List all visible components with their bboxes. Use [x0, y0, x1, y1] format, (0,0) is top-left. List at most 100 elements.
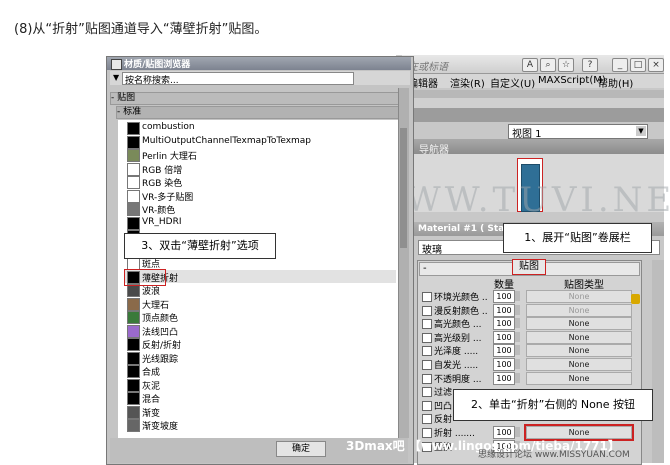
map-swatch-icon: [127, 365, 140, 378]
map-type-name: 法线凹凸: [142, 327, 179, 338]
map-type-name: 合成: [142, 368, 161, 378]
star-icon[interactable]: ☆: [558, 58, 574, 72]
spinner-arrows-icon[interactable]: [515, 304, 520, 315]
group-maps-header[interactable]: - 贴图: [110, 92, 400, 105]
map-none-button[interactable]: None: [526, 330, 632, 344]
map-amount-spinner[interactable]: 100: [493, 344, 515, 358]
map-type-name: 大理石: [142, 300, 170, 311]
browser-search-input[interactable]: 按名称搜索...: [122, 72, 354, 86]
map-channel-row: 光泽度 ..... 100 None: [420, 344, 638, 358]
map-type-item[interactable]: VR-多子贴图: [124, 189, 396, 203]
map-type-name: RGB 染色: [142, 179, 183, 189]
map-type-item[interactable]: 顶点颜色: [124, 310, 396, 324]
spinner-arrows-icon[interactable]: [515, 291, 520, 301]
spinner-arrows-icon[interactable]: [515, 318, 520, 329]
maximize-icon[interactable]: □: [630, 58, 646, 72]
minimize-icon[interactable]: _: [612, 58, 628, 72]
map-channel-label: 光泽度 .....: [434, 347, 479, 358]
search-placeholder: 按名称搜索...: [125, 76, 179, 86]
map-amount-spinner[interactable]: 100: [493, 371, 515, 385]
map-swatch-icon: [127, 135, 140, 149]
title-fragment: 在或标语: [408, 62, 448, 73]
map-channel-checkbox[interactable]: [422, 305, 432, 316]
map-amount-spinner[interactable]: 100: [493, 290, 515, 303]
map-type-item[interactable]: 合成: [124, 364, 396, 378]
map-channel-checkbox[interactable]: [422, 414, 432, 425]
col-maptype-header: 贴图类型: [564, 280, 604, 291]
ok-button[interactable]: 确定: [276, 441, 326, 457]
map-swatch-icon: [127, 351, 140, 365]
search-icon[interactable]: ⌕: [540, 58, 556, 72]
options-triangle-icon[interactable]: ▼: [113, 73, 119, 82]
help-icon[interactable]: ?: [582, 58, 598, 72]
map-channel-row: 高光颜色 ... 100 None: [420, 317, 638, 331]
map-type-item[interactable]: 灰泥: [124, 378, 396, 392]
map-amount-spinner[interactable]: 100: [493, 330, 515, 344]
map-none-button[interactable]: None: [526, 317, 632, 331]
map-type-name: MultiOutputChannelTexmapToTexmap: [142, 135, 312, 146]
step-caption: (8)从“折射”贴图通道导入“薄壁折射”贴图。: [14, 22, 268, 37]
spinner-arrows-icon[interactable]: [515, 345, 520, 356]
map-channel-checkbox[interactable]: [422, 292, 432, 302]
map-type-item[interactable]: VR-颜色: [124, 202, 396, 216]
browser-app-icon: [111, 59, 122, 70]
map-none-button[interactable]: None: [526, 371, 632, 385]
scroll-thumb[interactable]: [400, 128, 407, 248]
maps-rollout-title[interactable]: 贴图: [512, 259, 546, 275]
map-channel-label: 不透明度 ...: [434, 374, 482, 385]
map-channel-checkbox[interactable]: [422, 373, 432, 384]
map-type-item[interactable]: 法线凹凸: [124, 324, 396, 338]
map-channel-checkbox[interactable]: [422, 332, 432, 343]
map-swatch-icon: [127, 297, 140, 311]
menu-maxscript[interactable]: MAXScript(M): [538, 75, 606, 86]
map-swatch-icon: [127, 324, 140, 338]
spinner-arrows-icon[interactable]: [515, 359, 520, 369]
browser-scrollbar[interactable]: [398, 88, 409, 438]
map-amount-spinner[interactable]: 100: [493, 303, 515, 317]
map-type-item[interactable]: VR_HDRI: [124, 216, 396, 230]
map-type-item[interactable]: 渐变坡度: [124, 418, 396, 432]
map-amount-spinner[interactable]: 100: [493, 358, 515, 371]
map-type-item[interactable]: MultiOutputChannelTexmapToTexmap: [124, 135, 396, 149]
spinner-arrows-icon[interactable]: [515, 372, 520, 383]
view-dropdown[interactable]: 视图 1 ▼: [508, 124, 648, 140]
close-icon[interactable]: ×: [648, 58, 664, 72]
map-type-item[interactable]: combustion: [124, 121, 396, 135]
map-channel-checkbox[interactable]: [422, 346, 432, 357]
map-channel-checkbox[interactable]: [422, 360, 432, 370]
map-none-button[interactable]: None: [526, 303, 632, 317]
map-type-item[interactable]: 大理石: [124, 297, 396, 311]
menu-customize[interactable]: 自定义(U): [490, 75, 535, 90]
map-type-name: VR-颜色: [142, 206, 176, 216]
map-type-item[interactable]: 光线跟踪: [124, 351, 396, 365]
map-none-button[interactable]: None: [526, 344, 632, 358]
group-standard-header[interactable]: - 标准: [116, 106, 400, 119]
lock-icon[interactable]: [631, 294, 640, 304]
map-channel-checkbox[interactable]: [422, 319, 432, 330]
spinner-arrows-icon[interactable]: [515, 331, 520, 342]
map-amount-spinner[interactable]: 100: [493, 317, 515, 331]
chevron-down-icon[interactable]: ▼: [636, 126, 646, 136]
callout-step3: 3、双击“薄壁折射”选项: [124, 233, 276, 259]
map-none-button[interactable]: None: [526, 358, 632, 371]
param-scrollbar[interactable]: [652, 260, 664, 463]
menu-render[interactable]: 渲染(R): [450, 75, 485, 90]
map-type-name: 渐变: [142, 408, 161, 419]
view-dropdown-value: 视图 1: [512, 129, 542, 140]
map-type-name: combustion: [142, 122, 195, 132]
map-channel-checkbox[interactable]: [422, 387, 432, 398]
map-type-item[interactable]: 渐变: [124, 405, 396, 419]
map-type-item[interactable]: Perlin 大理石: [124, 148, 396, 162]
map-type-name: RGB 倍增: [142, 165, 183, 176]
menu-help[interactable]: 帮助(H): [598, 75, 633, 90]
callout-step2: 2、单击“折射”右侧的 None 按钮: [453, 389, 653, 421]
map-channel-checkbox[interactable]: [422, 400, 432, 411]
map-type-item[interactable]: RGB 染色: [124, 175, 396, 189]
spinner-arrows-icon[interactable]: [515, 427, 520, 437]
map-type-item[interactable]: 反射/折射: [124, 337, 396, 351]
toolbar-icon-a[interactable]: A: [522, 58, 538, 72]
map-none-button[interactable]: None: [526, 290, 632, 303]
map-type-name: 灰泥: [142, 381, 161, 392]
map-type-item[interactable]: RGB 倍增: [124, 162, 396, 176]
map-type-item[interactable]: 混合: [124, 391, 396, 405]
